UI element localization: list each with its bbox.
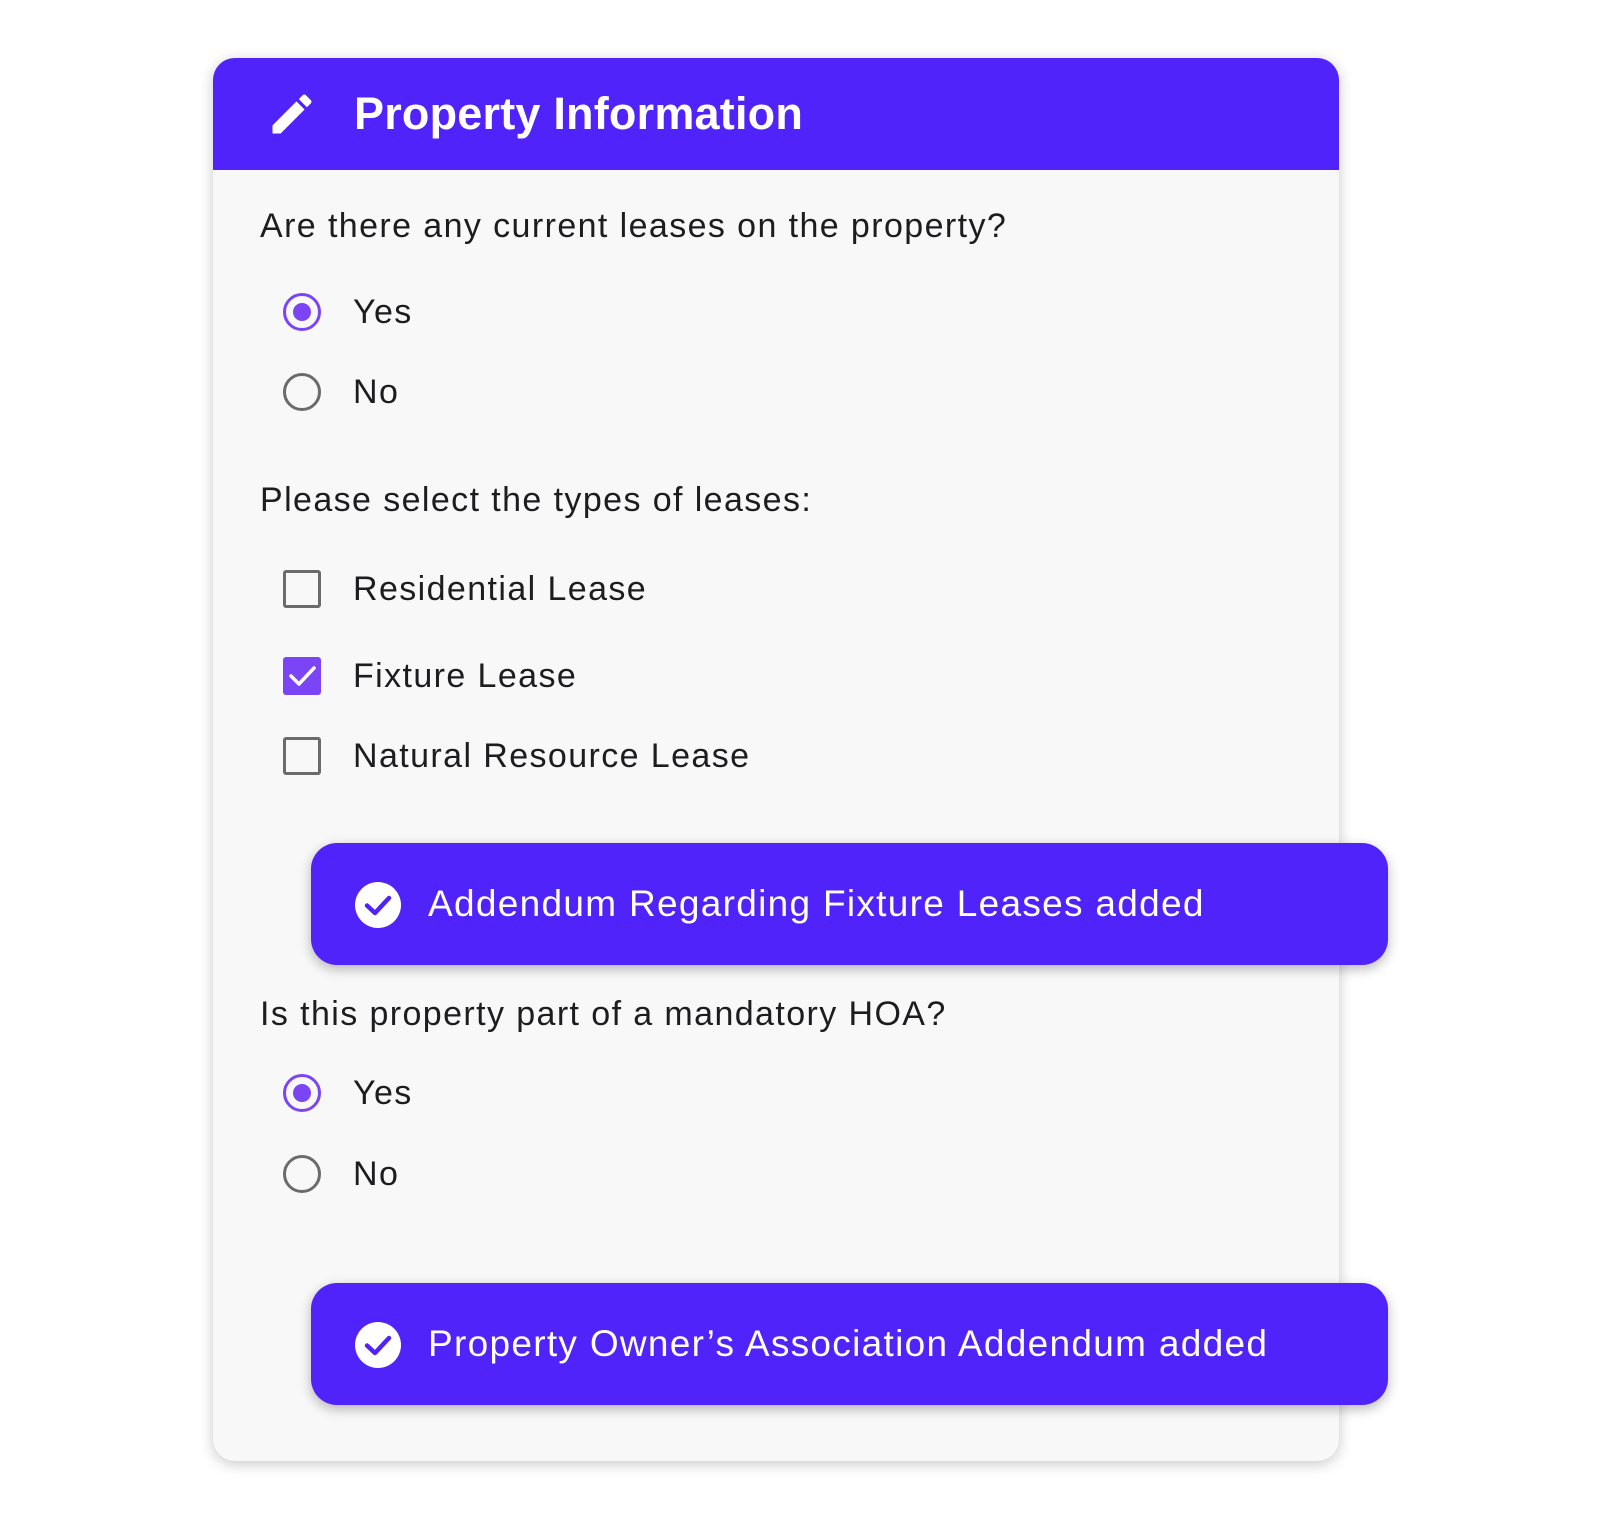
checkbox-label: Residential Lease <box>353 569 648 608</box>
property-information-card: Property Information Are there any curre… <box>213 58 1339 1461</box>
radio-label: Yes <box>353 1073 413 1112</box>
leases-question: Are there any current leases on the prop… <box>260 207 1008 245</box>
checkbox-label: Fixture Lease <box>353 656 578 695</box>
radio-label: No <box>353 372 400 411</box>
leases-yes-radio[interactable] <box>283 293 321 331</box>
hoa-no-radio-option[interactable]: No <box>283 1148 399 1200</box>
hoa-question: Is this property part of a mandatory HOA… <box>260 995 947 1033</box>
fixture-lease-checkbox[interactable] <box>283 657 321 695</box>
leases-yes-radio-option[interactable]: Yes <box>283 286 413 338</box>
radio-label: Yes <box>353 292 413 331</box>
card-title: Property Information <box>354 88 804 139</box>
check-circle-icon <box>354 881 402 929</box>
lease-types-question: Please select the types of leases: <box>260 481 813 519</box>
hoa-yes-radio[interactable] <box>283 1074 321 1112</box>
check-circle-icon <box>354 1321 402 1369</box>
fixture-lease-option[interactable]: Fixture Lease <box>283 650 577 702</box>
fixture-lease-addendum-toast: Addendum Regarding Fixture Leases added <box>311 843 1388 965</box>
toast-message: Property Owner’s Association Addendum ad… <box>428 1323 1269 1364</box>
residential-lease-checkbox[interactable] <box>283 570 321 608</box>
poa-addendum-toast: Property Owner’s Association Addendum ad… <box>311 1283 1388 1405</box>
hoa-yes-radio-option[interactable]: Yes <box>283 1067 413 1119</box>
natural-resource-lease-option[interactable]: Natural Resource Lease <box>283 730 750 782</box>
checkmark-icon <box>289 666 316 686</box>
residential-lease-option[interactable]: Residential Lease <box>283 563 647 615</box>
radio-label: No <box>353 1154 400 1193</box>
leases-no-radio-option[interactable]: No <box>283 366 399 418</box>
hoa-no-radio[interactable] <box>283 1155 321 1193</box>
checkbox-label: Natural Resource Lease <box>353 736 751 775</box>
pencil-icon[interactable] <box>266 88 318 140</box>
toast-message: Addendum Regarding Fixture Leases added <box>428 883 1205 924</box>
natural-resource-lease-checkbox[interactable] <box>283 737 321 775</box>
card-header: Property Information <box>213 58 1339 170</box>
leases-no-radio[interactable] <box>283 373 321 411</box>
